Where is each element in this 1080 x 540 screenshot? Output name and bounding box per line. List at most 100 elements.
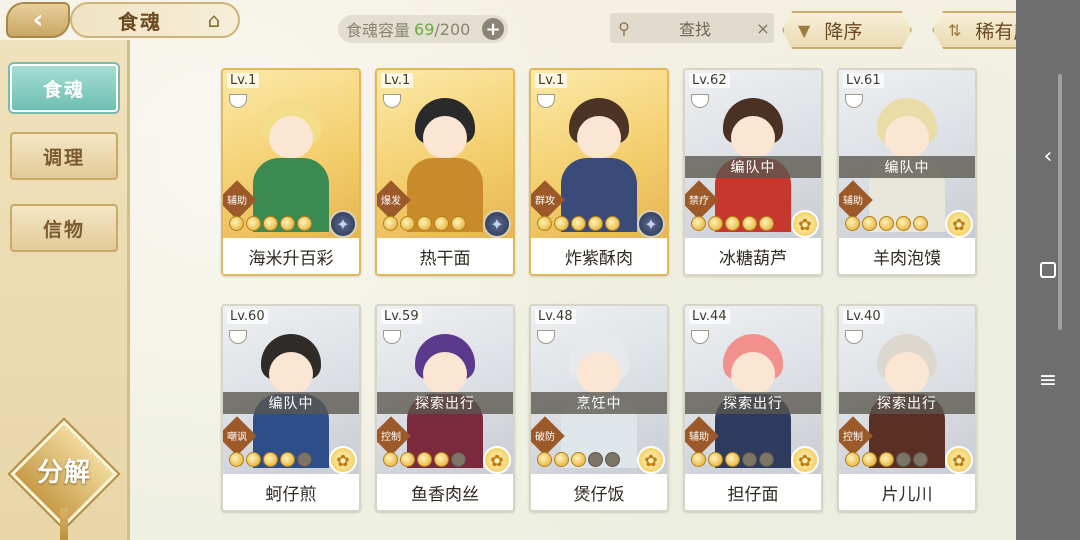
role-label: 辅助 bbox=[689, 432, 709, 443]
star-rating bbox=[691, 216, 774, 231]
top-bar: ‹ 食魂 ⌂ 食魂容量 69 /200 + ⚲ 查找 × ▼ 降序 ⇅ 稀有度 bbox=[0, 0, 1072, 54]
food-soul-name: 冰糖葫芦 bbox=[685, 238, 821, 274]
star-icon bbox=[246, 452, 261, 467]
star-icon bbox=[417, 216, 432, 231]
star-icon bbox=[434, 452, 449, 467]
flower-badge-icon: ✿ bbox=[791, 210, 819, 238]
star-icon bbox=[297, 452, 312, 467]
star-icon bbox=[845, 452, 860, 467]
star-icon bbox=[759, 216, 774, 231]
star-icon bbox=[605, 216, 620, 231]
star-rating bbox=[845, 216, 928, 231]
star-icon bbox=[759, 452, 774, 467]
status-banner: 编队中 bbox=[685, 156, 821, 178]
role-label: 控制 bbox=[381, 432, 401, 443]
food-soul-card[interactable]: Lv.61 编队中 辅助 ✿ 羊肉泡馍 bbox=[837, 68, 977, 276]
tab-food-souls-label: 食魂 bbox=[42, 78, 85, 101]
food-soul-card[interactable]: Lv.44 探索出行 辅助 ✿ 担仔面 bbox=[683, 304, 823, 512]
system-home-icon[interactable] bbox=[1040, 262, 1056, 278]
star-icon bbox=[263, 216, 278, 231]
star-icon bbox=[879, 452, 894, 467]
role-label: 破防 bbox=[535, 432, 555, 443]
system-back-icon[interactable]: ‹ bbox=[1016, 144, 1080, 169]
level-label: Lv.61 bbox=[843, 73, 884, 88]
star-icon bbox=[451, 452, 466, 467]
food-soul-name: 海米升百彩 bbox=[223, 238, 359, 274]
food-soul-card[interactable]: Lv.62 编队中禁疗 ✿ 冰糖葫芦 bbox=[683, 68, 823, 276]
star-icon bbox=[417, 452, 432, 467]
decompose-label: 分解 bbox=[36, 458, 91, 488]
star-icon bbox=[400, 216, 415, 231]
system-nav-bar: ‹ ≡ bbox=[1016, 0, 1080, 540]
flower-badge-icon: ✿ bbox=[329, 446, 357, 474]
pavilion-icon[interactable]: ⌂ bbox=[198, 8, 230, 34]
food-soul-card[interactable]: Lv.40 探索出行 控制 ✿ 片儿川 bbox=[837, 304, 977, 512]
search-input[interactable]: ⚲ 查找 × bbox=[610, 13, 774, 43]
food-soul-card[interactable]: Lv.1 爆发 ✦ 热干面 bbox=[375, 68, 515, 276]
star-icon bbox=[554, 216, 569, 231]
star-rating bbox=[229, 452, 312, 467]
tab-food-souls[interactable]: 食魂 bbox=[10, 64, 118, 112]
compass-badge-icon: ✦ bbox=[329, 210, 357, 238]
food-soul-grid: Lv.1 辅助 ✦ 海米升百彩 Lv.1 爆发 ✦ 热干面 Lv.1 群攻 ✦ 炸紫酥肉 Lv.62 编队… bbox=[221, 68, 981, 518]
food-soul-name: 鱼香肉丝 bbox=[377, 474, 513, 510]
star-icon bbox=[725, 452, 740, 467]
flower-badge-icon: ✿ bbox=[791, 446, 819, 474]
capacity-current: 69 bbox=[414, 19, 435, 39]
tab-tokens[interactable]: 信物 bbox=[10, 204, 118, 252]
compass-badge-icon: ✦ bbox=[483, 210, 511, 238]
add-capacity-button[interactable]: + bbox=[482, 18, 504, 40]
star-icon bbox=[263, 452, 278, 467]
status-banner: 探索出行 bbox=[685, 392, 821, 414]
star-rating bbox=[383, 216, 466, 231]
tab-tokens-label: 信物 bbox=[42, 218, 85, 241]
clear-icon[interactable]: × bbox=[752, 19, 774, 38]
role-label: 群攻 bbox=[535, 196, 555, 207]
food-soul-name: 羊肉泡馍 bbox=[839, 238, 975, 274]
food-soul-card[interactable]: Lv.1 群攻 ✦ 炸紫酥肉 bbox=[529, 68, 669, 276]
food-soul-name: 炸紫酥肉 bbox=[531, 238, 667, 274]
food-soul-card[interactable]: Lv.60 编队中 嘲讽 ✿ 蚵仔煎 bbox=[221, 304, 361, 512]
food-soul-name: 热干面 bbox=[377, 238, 513, 274]
star-icon bbox=[862, 452, 877, 467]
star-icon bbox=[383, 216, 398, 231]
star-icon bbox=[896, 216, 911, 231]
star-icon bbox=[913, 216, 928, 231]
star-icon bbox=[708, 216, 723, 231]
level-label: Lv.40 bbox=[843, 309, 884, 324]
role-label: 嘲讽 bbox=[227, 432, 247, 443]
role-label: 爆发 bbox=[381, 196, 401, 207]
star-icon bbox=[742, 216, 757, 231]
search-label: 查找 bbox=[678, 20, 711, 39]
level-label: Lv.62 bbox=[689, 73, 730, 88]
level-label: Lv.59 bbox=[381, 309, 422, 324]
level-label: Lv.1 bbox=[535, 73, 568, 88]
level-label: Lv.60 bbox=[227, 309, 268, 324]
tassel-decoration bbox=[60, 508, 68, 540]
character-figure bbox=[559, 98, 639, 232]
level-label: Lv.1 bbox=[227, 73, 260, 88]
flower-badge-icon: ✿ bbox=[945, 210, 973, 238]
food-soul-card[interactable]: Lv.1 辅助 ✦ 海米升百彩 bbox=[221, 68, 361, 276]
star-icon bbox=[537, 216, 552, 231]
back-button[interactable]: ‹ bbox=[6, 2, 70, 38]
scrollbar[interactable] bbox=[1058, 74, 1062, 330]
food-soul-card[interactable]: Lv.48 烹饪中 破防 ✿ 煲仔饭 bbox=[529, 304, 669, 512]
star-icon bbox=[280, 216, 295, 231]
food-soul-card[interactable]: Lv.59 探索出行 控制 ✿ 鱼香肉丝 bbox=[375, 304, 515, 512]
star-icon bbox=[879, 216, 894, 231]
tab-conditioning[interactable]: 调理 bbox=[10, 132, 118, 180]
star-icon bbox=[708, 452, 723, 467]
flower-badge-icon: ✿ bbox=[483, 446, 511, 474]
status-banner: 编队中 bbox=[839, 156, 975, 178]
star-icon bbox=[246, 216, 261, 231]
star-icon bbox=[554, 452, 569, 467]
star-icon bbox=[691, 216, 706, 231]
sort-order-button[interactable]: ▼ 降序 bbox=[782, 11, 912, 49]
role-label: 辅助 bbox=[227, 196, 247, 207]
star-icon bbox=[588, 452, 603, 467]
system-menu-icon[interactable]: ≡ bbox=[1016, 368, 1080, 393]
star-rating bbox=[691, 452, 774, 467]
star-icon bbox=[862, 216, 877, 231]
role-label: 禁疗 bbox=[689, 196, 709, 207]
